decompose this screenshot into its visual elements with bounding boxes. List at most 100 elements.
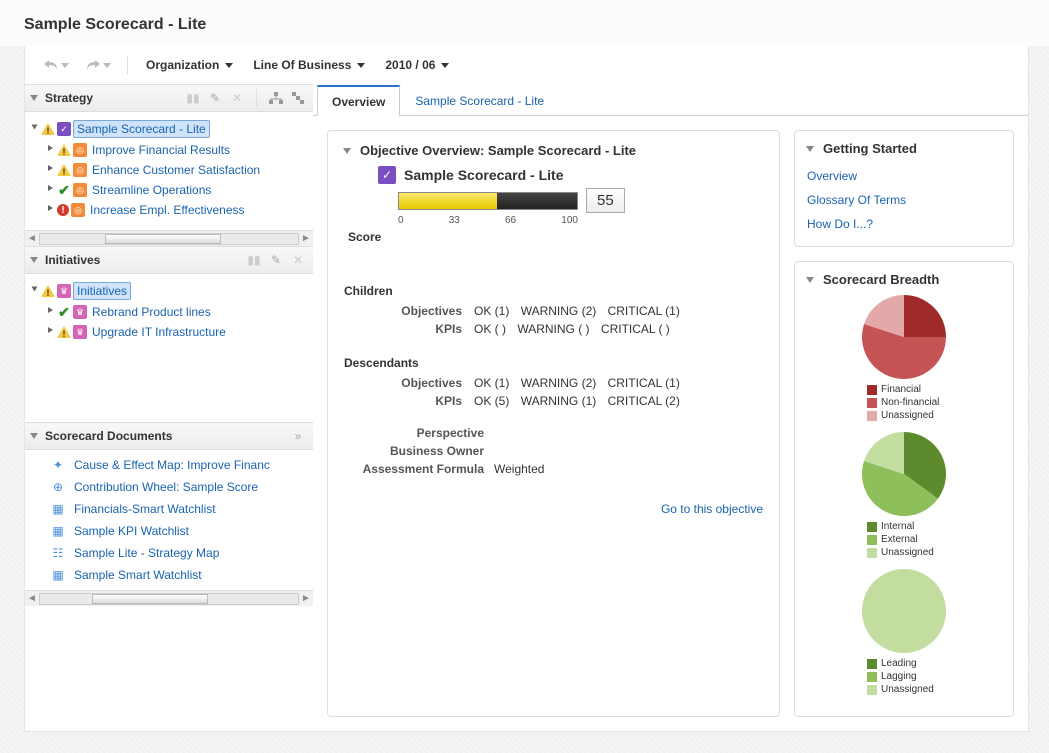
document-icon: ☷ [51,546,65,560]
undo-button[interactable] [37,54,75,76]
document-item[interactable]: Cause & Effect Map: Improve Financ [71,457,273,473]
redo-button[interactable] [79,54,117,76]
tree-toggle[interactable] [45,185,55,195]
strategy-item[interactable]: Streamline Operations [89,182,214,198]
strategy-item[interactable]: Increase Empl. Effectiveness [87,202,248,218]
document-item[interactable]: Financials-Smart Watchlist [71,501,219,517]
tree-toggle[interactable] [45,307,55,317]
pie-chart [862,295,946,379]
tree-toggle[interactable] [29,124,39,134]
score-label: Score [348,230,763,244]
tree-icon[interactable] [289,89,307,107]
collapse-icon[interactable] [343,148,351,154]
perspective-label: Perspective [344,426,494,440]
initiatives-root[interactable]: Initiatives [73,282,131,300]
document-icon: ▦ [51,524,65,538]
tree-toggle[interactable] [45,145,55,155]
chart-tool-icon[interactable]: ▮▮ [184,89,202,107]
tree-toggle[interactable] [45,165,55,175]
document-item[interactable]: Sample Smart Watchlist [71,567,205,583]
collapse-icon[interactable] [30,257,38,263]
overview-card: Objective Overview: Sample Scorecard - L… [327,130,780,717]
legend-swatch [867,659,877,669]
kpis-label: KPIs [344,394,474,408]
edit-icon[interactable]: ✎ [267,251,285,269]
collapse-icon[interactable] [806,146,814,152]
period-dropdown[interactable]: 2010 / 06 [377,54,457,76]
desc-kpis-values: OK (5) WARNING (1) CRITICAL (2) [474,394,688,408]
main-container: Organization Line Of Business 2010 / 06 … [24,46,1029,732]
document-icon: ▦ [51,568,65,582]
collapse-icon[interactable] [806,277,814,283]
delete-icon[interactable]: ✕ [228,89,246,107]
ok-icon: ✔ [57,183,71,197]
objectives-label: Objectives [344,304,474,318]
side-cards: Getting Started Overview Glossary Of Ter… [794,130,1014,717]
critical-icon [57,204,69,216]
pie-chart [862,569,946,653]
owner-label: Business Owner [344,444,494,458]
legend-swatch [867,385,877,395]
legend-label: Unassigned [881,684,934,695]
warning-icon [57,326,71,338]
getting-started-link[interactable]: Overview [807,164,1001,188]
document-icon: ⊕ [51,480,65,494]
initiatives-title: Initiatives [45,253,241,267]
objectives-label: Objectives [344,376,474,390]
goto-objective-link[interactable]: Go to this objective [344,502,763,516]
chevron-down-icon [357,63,365,68]
organization-dropdown[interactable]: Organization [138,54,241,76]
horizontal-scrollbar[interactable]: ◄ ► [25,230,313,246]
chart-tool-icon[interactable]: ▮▮ [245,251,263,269]
document-item[interactable]: Contribution Wheel: Sample Score [71,479,261,495]
collapse-icon[interactable] [30,433,38,439]
toolbar: Organization Line Of Business 2010 / 06 [25,46,1028,84]
descendants-label: Descendants [344,356,763,370]
left-column: Strategy ▮▮ ✎ ✕ ✓ Sample Scorecard - Lit… [25,84,313,731]
document-icon: ▦ [51,502,65,516]
tree-toggle[interactable] [29,286,39,296]
strategy-item[interactable]: Enhance Customer Satisfaction [89,162,263,178]
breadth-card: Scorecard Breadth FinancialNon-financial… [794,261,1014,717]
legend-label: Unassigned [881,547,934,558]
line-of-business-dropdown[interactable]: Line Of Business [245,54,373,76]
warning-icon [57,144,71,156]
strategy-item[interactable]: Improve Financial Results [89,142,233,158]
objective-icon: ◎ [71,203,85,217]
tab-overview[interactable]: Overview [317,85,400,116]
delete-icon[interactable]: ✕ [289,251,307,269]
right-column: Overview Sample Scorecard - Lite Objecti… [313,84,1028,731]
expand-icon[interactable]: » [289,427,307,445]
hierarchy-icon[interactable] [267,89,285,107]
tab-scorecard[interactable]: Sample Scorecard - Lite [400,85,559,116]
legend-swatch [867,535,877,545]
formula-label: Assessment Formula [344,462,494,476]
legend-swatch [867,411,877,421]
scorecard-icon: ✓ [378,166,396,184]
objective-icon: ◎ [73,163,87,177]
getting-started-link[interactable]: How Do I...? [807,212,1001,236]
document-item[interactable]: Sample KPI Watchlist [71,523,192,539]
document-item[interactable]: Sample Lite - Strategy Map [71,545,222,561]
horizontal-scrollbar[interactable]: ◄ ► [25,590,313,606]
lob-label: Line Of Business [253,58,351,72]
objective-icon: ◎ [73,183,87,197]
document-icon: ✦ [51,458,65,472]
edit-icon[interactable]: ✎ [206,89,224,107]
initiatives-tree: ♛ Initiatives ✔♛Rebrand Product lines♛Up… [25,274,313,422]
children-kpis-values: OK ( ) WARNING ( ) CRITICAL ( ) [474,322,678,336]
desc-objectives-values: OK (1) WARNING (2) CRITICAL (1) [474,376,688,390]
legend-label: Internal [881,521,914,532]
initiative-item[interactable]: Upgrade IT Infrastructure [89,324,229,340]
tree-toggle[interactable] [45,327,55,337]
warning-icon [57,164,71,176]
getting-started-link[interactable]: Glossary Of Terms [807,188,1001,212]
strategy-panel: Strategy ▮▮ ✎ ✕ ✓ Sample Scorecard - Lit… [25,84,313,246]
formula-value: Weighted [494,462,544,476]
strategy-root[interactable]: Sample Scorecard - Lite [73,120,210,138]
chevron-down-icon [441,63,449,68]
legend-label: Non-financial [881,397,939,408]
collapse-icon[interactable] [30,95,38,101]
initiative-item[interactable]: Rebrand Product lines [89,304,214,320]
tree-toggle[interactable] [45,205,55,215]
